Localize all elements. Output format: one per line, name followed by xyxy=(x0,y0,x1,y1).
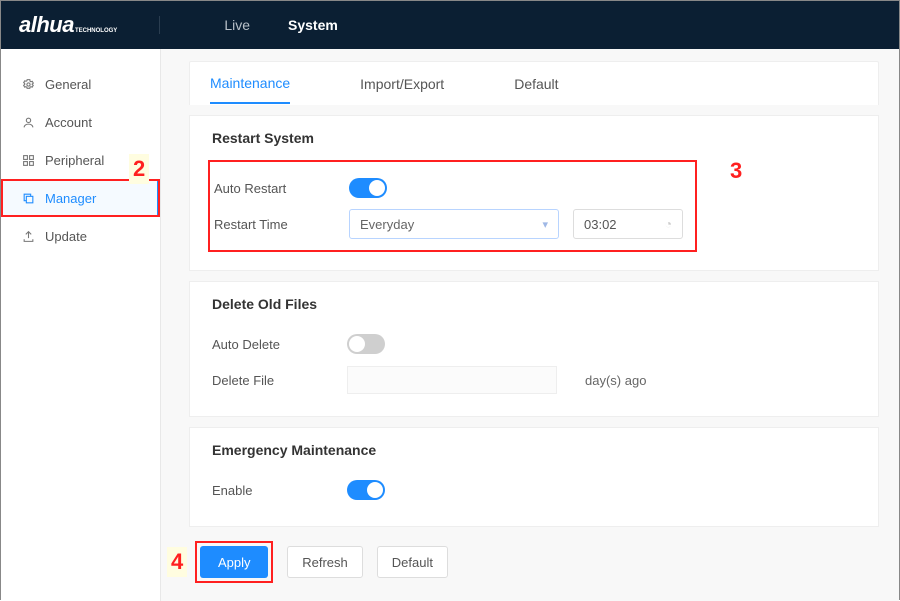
restart-title: Restart System xyxy=(212,130,856,146)
apply-button[interactable]: Apply xyxy=(200,546,268,578)
emergency-title: Emergency Maintenance xyxy=(212,442,856,458)
header-tabs: Live System xyxy=(224,17,338,33)
sidebar-item-manager[interactable]: Manager xyxy=(1,179,160,217)
delete-file-input[interactable] xyxy=(347,366,557,394)
upload-icon xyxy=(21,230,35,243)
sidebar-item-label: Account xyxy=(45,115,92,130)
subtab-import-export[interactable]: Import/Export xyxy=(360,65,444,103)
clock-icon: ◔ xyxy=(665,217,672,231)
chevron-down-icon: ▾ xyxy=(542,218,548,231)
panel-restart: Restart System Auto Restart Restart Time… xyxy=(189,115,879,271)
restart-time-input[interactable]: 03:02 ◔ xyxy=(573,209,683,239)
auto-restart-label: Auto Restart xyxy=(214,181,349,196)
auto-delete-label: Auto Delete xyxy=(212,337,347,352)
annotation-4: 4 xyxy=(167,547,187,577)
sidebar-item-label: Manager xyxy=(45,191,96,206)
sidebar-item-general[interactable]: General xyxy=(1,65,160,103)
auto-delete-toggle[interactable] xyxy=(347,334,385,354)
annotation-3: 3 xyxy=(730,158,742,184)
emergency-enable-label: Enable xyxy=(212,483,347,498)
restart-time-value: 03:02 xyxy=(584,217,617,232)
button-row: 4 Apply Refresh Default xyxy=(189,541,879,583)
restart-period-value: Everyday xyxy=(360,217,414,232)
sidebar-item-account[interactable]: Account xyxy=(1,103,160,141)
sidebar-item-label: Update xyxy=(45,229,87,244)
main-content: Maintenance Import/Export Default Restar… xyxy=(161,49,899,601)
gear-icon xyxy=(21,78,35,91)
annotation-2: 2 xyxy=(129,154,149,184)
tab-live[interactable]: Live xyxy=(224,17,250,33)
sidebar: General Account Peripheral Manager Updat… xyxy=(1,49,161,601)
emergency-enable-toggle[interactable] xyxy=(347,480,385,500)
brand-subtext: TECHNOLOGY xyxy=(75,28,117,34)
restart-time-label: Restart Time xyxy=(214,217,349,232)
app-header: alhuaTECHNOLOGY Live System xyxy=(1,1,899,49)
copy-icon xyxy=(21,192,35,205)
brand-logo: alhuaTECHNOLOGY xyxy=(19,12,117,38)
subtabs: Maintenance Import/Export Default xyxy=(189,61,879,105)
panel-emergency: Emergency Maintenance Enable xyxy=(189,427,879,527)
grid-icon xyxy=(21,154,35,167)
refresh-button[interactable]: Refresh xyxy=(287,546,363,578)
days-ago-suffix: day(s) ago xyxy=(585,373,646,388)
brand-text: alhua xyxy=(19,12,74,38)
subtab-maintenance[interactable]: Maintenance xyxy=(210,64,290,104)
delete-title: Delete Old Files xyxy=(212,296,856,312)
sidebar-item-label: General xyxy=(45,77,91,92)
auto-restart-toggle[interactable] xyxy=(349,178,387,198)
user-icon xyxy=(21,116,35,129)
restart-period-select[interactable]: Everyday ▾ xyxy=(349,209,559,239)
panel-delete: Delete Old Files Auto Delete Delete File… xyxy=(189,281,879,417)
delete-file-label: Delete File xyxy=(212,373,347,388)
default-button[interactable]: Default xyxy=(377,546,448,578)
subtab-default[interactable]: Default xyxy=(514,65,558,103)
home-icon[interactable] xyxy=(159,16,184,34)
tab-system[interactable]: System xyxy=(288,17,338,33)
sidebar-item-label: Peripheral xyxy=(45,153,104,168)
sidebar-item-update[interactable]: Update xyxy=(1,217,160,255)
